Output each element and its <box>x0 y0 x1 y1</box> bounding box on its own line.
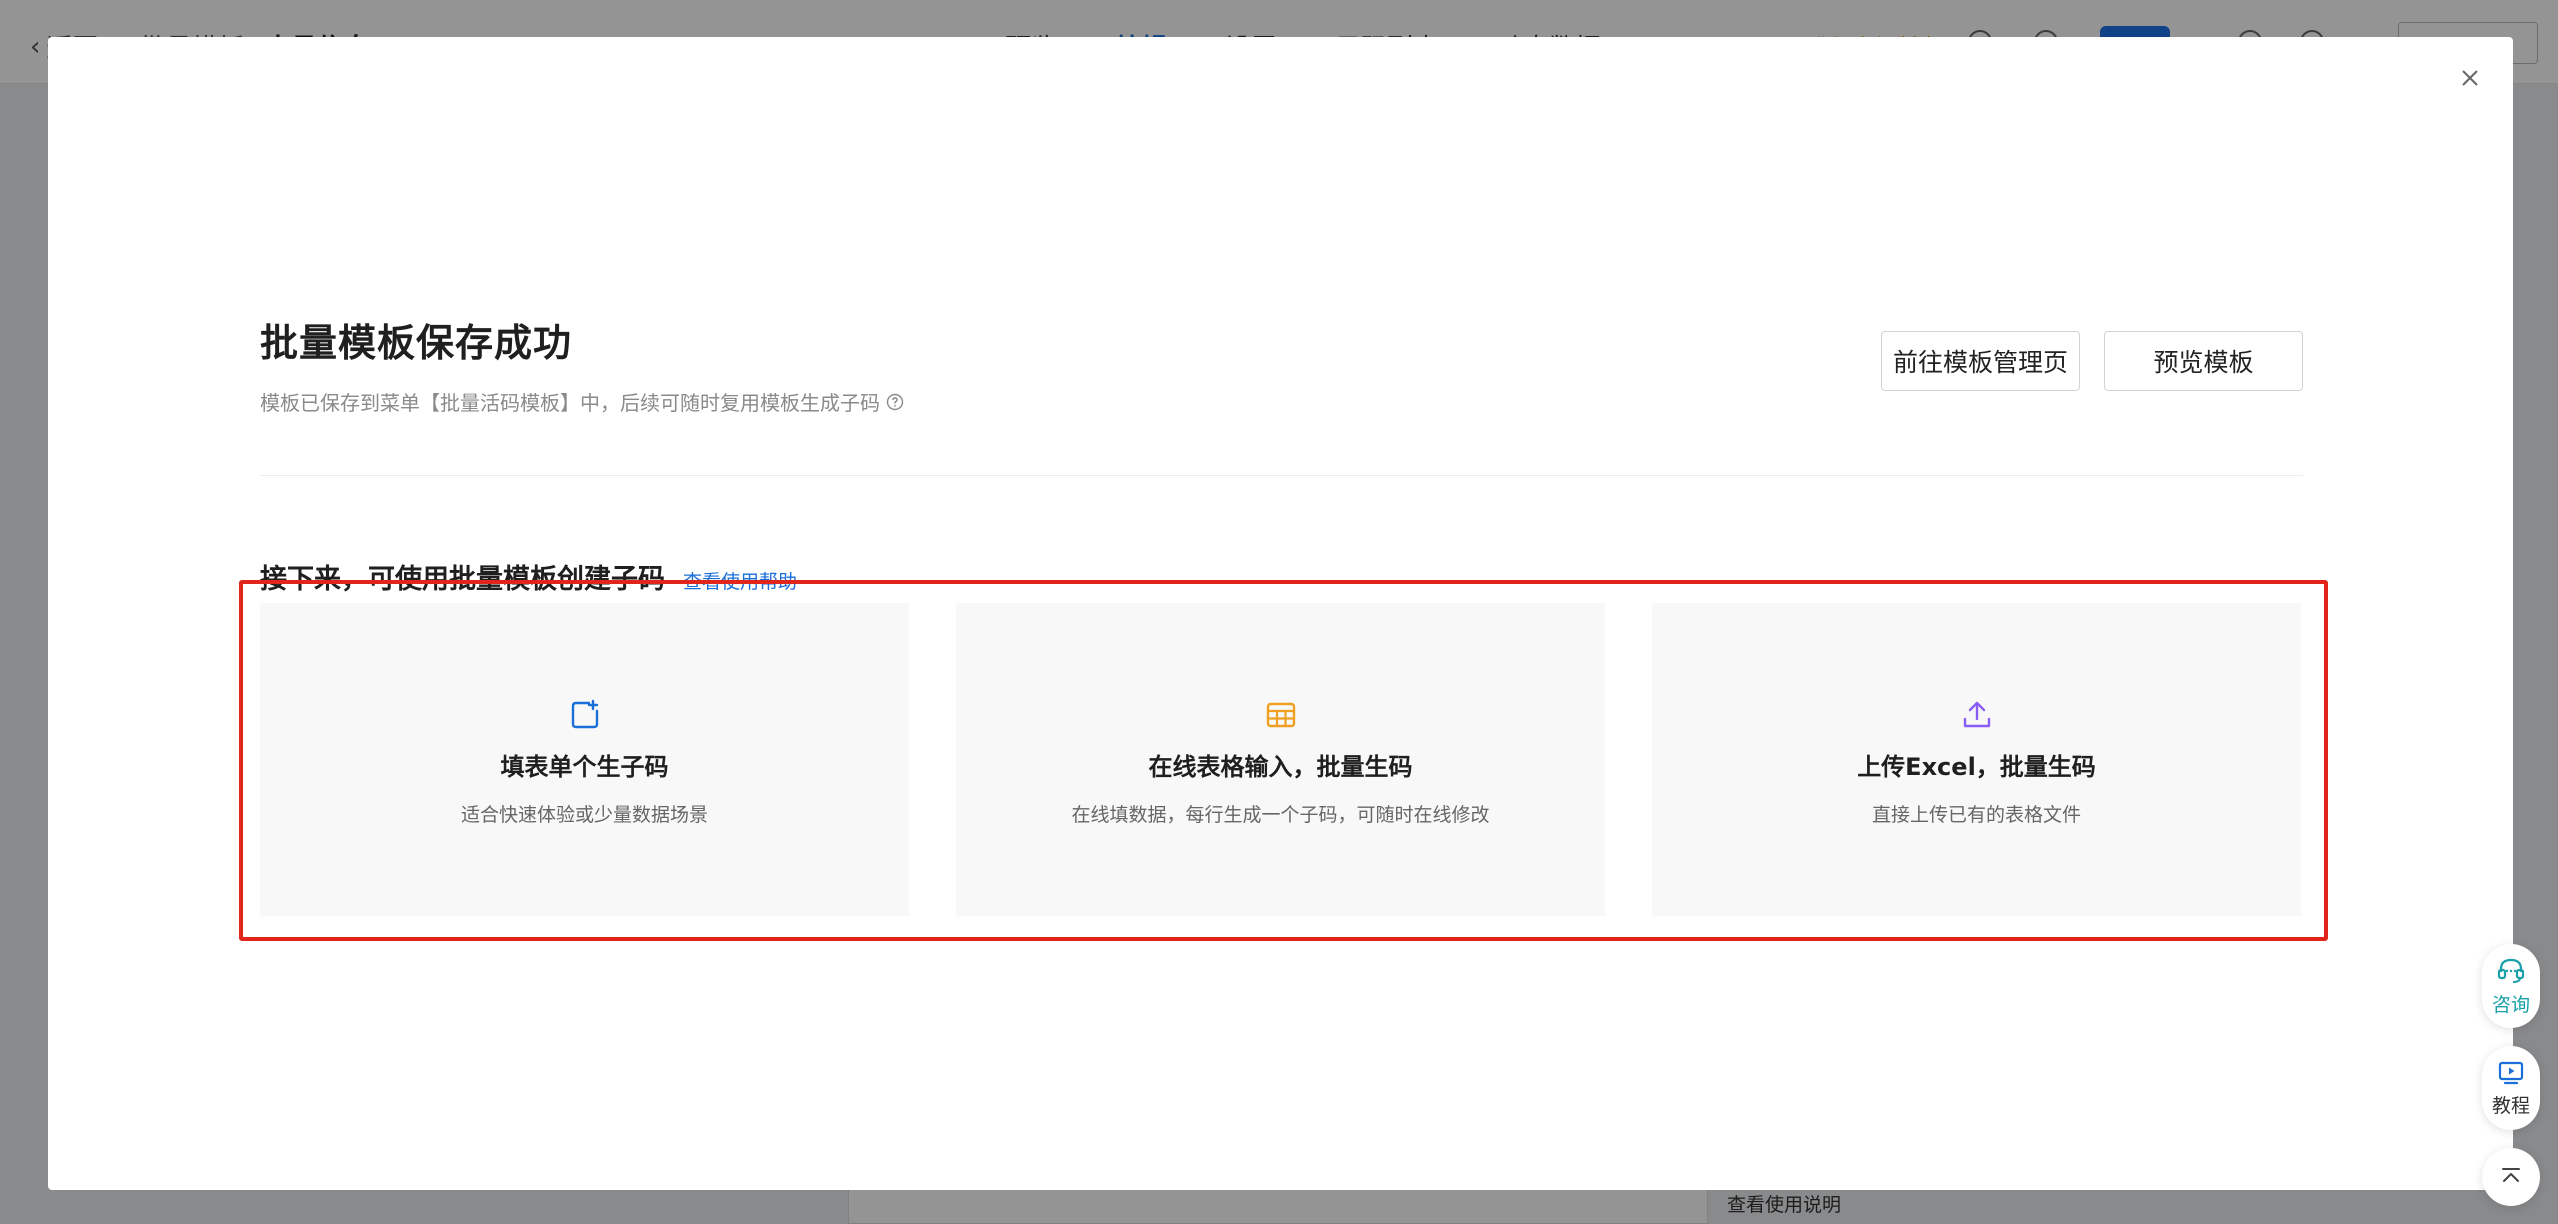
modal-subtitle: 模板已保存到菜单【批量活码模板】中，后续可随时复用模板生成子码 <box>260 387 904 416</box>
modal-title: 批量模板保存成功 <box>260 321 573 365</box>
option-card-single-form[interactable]: 填表单个生子码 适合快速体验或少量数据场景 <box>260 603 909 916</box>
go-to-template-manager-button[interactable]: 前往模板管理页 <box>1881 331 2080 391</box>
card-title: 在线表格输入，批量生码 <box>1148 753 1413 781</box>
divider <box>260 475 2303 476</box>
video-icon <box>2498 1061 2524 1084</box>
close-icon <box>2462 70 2478 86</box>
success-modal: 批量模板保存成功 模板已保存到菜单【批量活码模板】中，后续可随时复用模板生成子码… <box>48 37 2513 1190</box>
close-button[interactable] <box>2455 63 2485 93</box>
preview-template-button[interactable]: 预览模板 <box>2104 331 2303 391</box>
card-title: 填表单个生子码 <box>500 753 669 781</box>
consult-button[interactable]: 咨询 <box>2482 944 2540 1028</box>
headset-icon <box>2497 958 2525 983</box>
arrow-up-to-top-icon <box>2502 1168 2520 1182</box>
option-card-online-table[interactable]: 在线表格输入，批量生码 在线填数据，每行生成一个子码，可随时在线修改 <box>956 603 1605 916</box>
back-to-top-button[interactable] <box>2482 1148 2540 1206</box>
option-card-upload-excel[interactable]: 上传Excel，批量生码 直接上传已有的表格文件 <box>1652 603 2301 916</box>
consult-label: 咨询 <box>2491 993 2530 1016</box>
question-circle-icon[interactable] <box>886 393 904 411</box>
subtitle-text: 模板已保存到菜单【批量活码模板】中，后续可随时复用模板生成子码 <box>260 391 880 415</box>
upload-icon <box>1961 699 1993 731</box>
card-description: 在线填数据，每行生成一个子码，可随时在线修改 <box>1071 804 1490 826</box>
tutorial-button[interactable]: 教程 <box>2482 1046 2540 1130</box>
card-title: 上传Excel，批量生码 <box>1857 753 2096 781</box>
add-square-icon <box>569 699 601 731</box>
tutorial-label: 教程 <box>2491 1094 2530 1117</box>
table-icon <box>1265 699 1297 731</box>
card-description: 适合快速体验或少量数据场景 <box>460 804 708 826</box>
card-description: 直接上传已有的表格文件 <box>1871 804 2081 826</box>
